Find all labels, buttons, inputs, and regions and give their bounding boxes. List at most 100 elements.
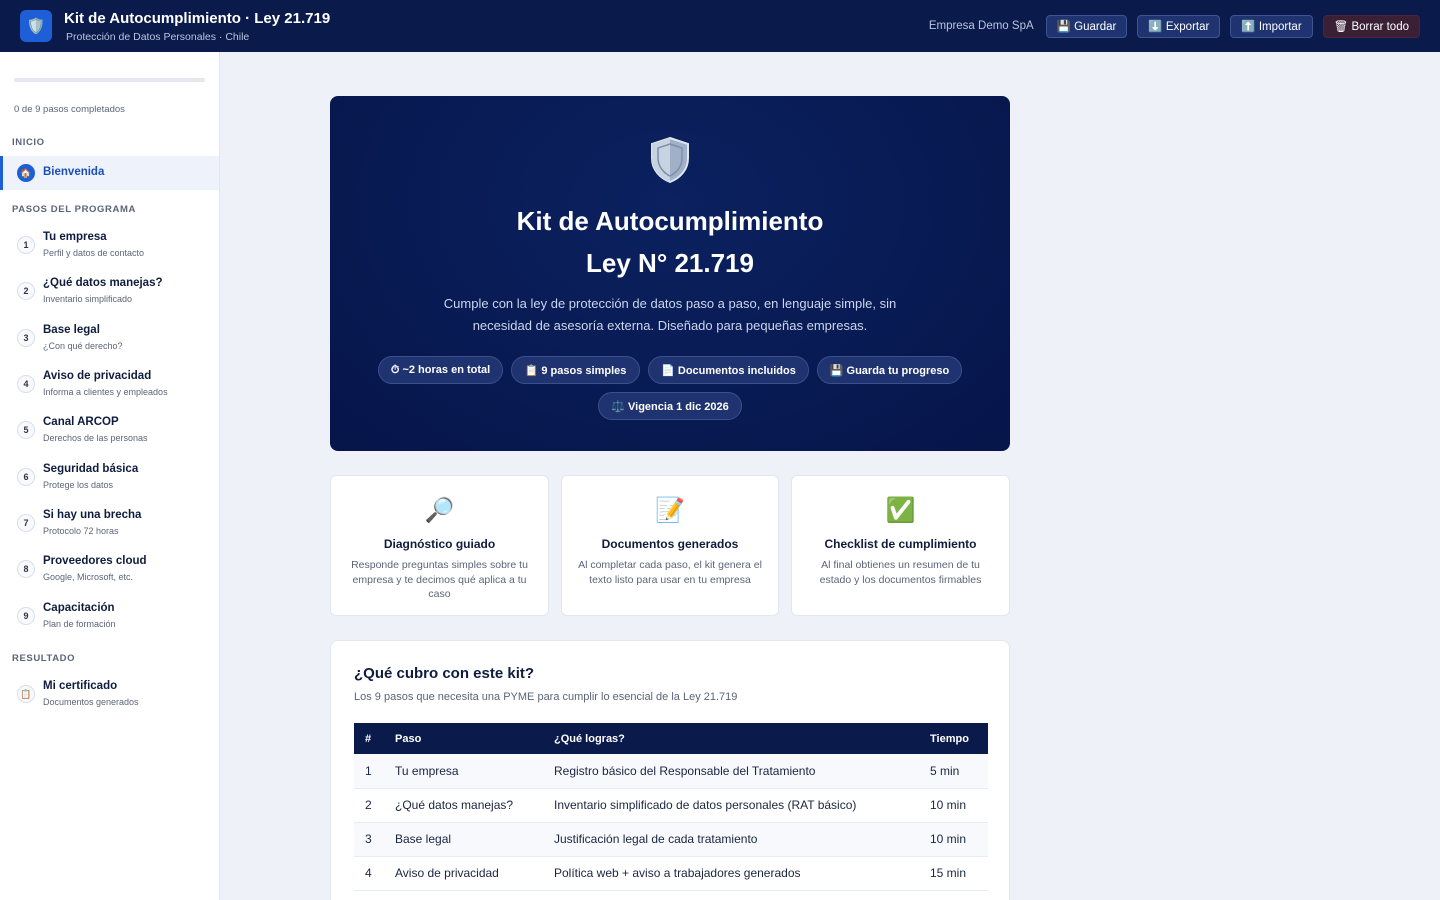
sidebar-item-sublabel: ¿Con qué derecho? <box>43 341 123 351</box>
sidebar-item-label: Proveedores cloud <box>43 555 147 567</box>
column-header: # <box>365 732 372 745</box>
sidebar-item-step-6[interactable]: 6 Seguridad básica Protege los datos <box>0 463 219 509</box>
step-number: 2 <box>17 282 35 300</box>
sidebar-item-label: Aviso de privacidad <box>43 370 152 382</box>
sidebar-item-label: Si hay una brecha <box>43 509 142 521</box>
table-cell: 4 <box>354 856 384 891</box>
step-number: 5 <box>17 421 35 439</box>
table-cell: Base legal <box>384 822 543 857</box>
sidebar-item-step-8[interactable]: 8 Proveedores cloud Google, Microsoft, e… <box>0 555 219 601</box>
pill-documents: 📄 Documentos incluidos <box>648 356 809 384</box>
coverage-panel: ¿Qué cubro con este kit? Los 9 pasos que… <box>330 640 1010 900</box>
step-number: 3 <box>17 329 35 347</box>
clear-all-button[interactable]: 🗑 Borrar todo <box>1322 14 1420 38</box>
sidebar-item-step-3[interactable]: 3 Base legal ¿Con qué derecho? <box>0 324 219 370</box>
sidebar-item-certificate[interactable]: 📋 Mi certificado Documentos generados <box>0 680 219 726</box>
table-cell: ¿Qué datos manejas? <box>384 788 543 823</box>
sidebar-item-sublabel: Protocolo 72 horas <box>43 526 119 536</box>
hero-banner: Kit de Autocumplimiento Ley N° 21.719 Cu… <box>330 96 1010 451</box>
company-name: Empresa Demo SpA <box>928 20 1034 32</box>
sidebar-item-step-5[interactable]: 5 Canal ARCOP Derechos de las personas <box>0 416 219 462</box>
feature-card-diagnosis: 🔎 Diagnóstico guiado Responde preguntas … <box>330 475 549 616</box>
check-icon: ✅ <box>885 497 916 524</box>
feature-text: Al final obtienes un resumen de tu estad… <box>819 559 982 586</box>
app-subtitle: Protección de Datos Personales · Chile <box>66 30 250 43</box>
hero-law-title: Ley N° 21.719 <box>586 248 754 278</box>
sidebar-item-sublabel: Derechos de las personas <box>43 433 148 443</box>
top-header: 🛡️ Kit de Autocumplimiento · Ley 21.719 … <box>0 0 1440 52</box>
pill-validity: ⚖️ Vigencia 1 dic 2026 <box>598 392 742 420</box>
steps-table: # Paso ¿Qué logras? Tiempo 1 Tu empresa … <box>354 723 988 891</box>
export-button[interactable]: ⬇️ Exportar <box>1137 14 1221 38</box>
pill-steps: 📋 9 pasos simples <box>511 356 640 384</box>
step-number: 1 <box>17 236 35 254</box>
column-header: Paso <box>395 732 422 745</box>
clipboard-icon: 📋 <box>17 685 35 703</box>
import-button[interactable]: ⬆️ Importar <box>1230 14 1313 38</box>
feature-title: Checklist de cumplimiento <box>824 537 977 551</box>
table-row: 4 Aviso de privacidad Política web + avi… <box>354 856 988 891</box>
sidebar-item-label: Bienvenida <box>43 166 105 178</box>
panel-title: ¿Qué cubro con este kit? <box>354 665 535 682</box>
table-cell: Inventario simplificado de datos persona… <box>543 788 919 823</box>
section-label-result: RESULTADO <box>12 653 76 664</box>
save-button[interactable]: 💾 Guardar <box>1045 14 1128 38</box>
table-header-row: # Paso ¿Qué logras? Tiempo <box>354 723 988 754</box>
sidebar-item-label: Mi certificado <box>43 680 118 692</box>
feature-title: Diagnóstico guiado <box>383 537 496 551</box>
column-header: Tiempo <box>930 732 969 745</box>
panel-subtitle: Los 9 pasos que necesita una PYME para c… <box>354 691 738 703</box>
table-cell: 15 min <box>919 856 988 891</box>
table-cell: 5 min <box>919 754 988 789</box>
sidebar-item-label: Capacitación <box>43 602 115 614</box>
sidebar-item-step-4[interactable]: 4 Aviso de privacidad Informa a clientes… <box>0 370 219 416</box>
sidebar-item-label: ¿Qué datos manejas? <box>43 277 163 289</box>
column-header: ¿Qué logras? <box>554 732 625 745</box>
sidebar-item-step-1[interactable]: 1 Tu empresa Perfil y datos de contacto <box>0 231 219 277</box>
sidebar-item-welcome[interactable]: 🏠 Bienvenida <box>0 156 219 190</box>
sidebar-item-sublabel: Google, Microsoft, etc. <box>43 572 134 582</box>
table-row: 3 Base legal Justificación legal de cada… <box>354 822 988 857</box>
pill-save-progress: 💾 Guarda tu progreso <box>817 356 962 384</box>
step-number: 7 <box>17 514 35 532</box>
home-icon: 🏠 <box>17 164 35 182</box>
feature-title: Documentos generados <box>601 537 739 551</box>
table-cell: Registro básico del Responsable del Trat… <box>543 754 919 789</box>
table-cell: Aviso de privacidad <box>384 856 543 891</box>
step-number: 8 <box>17 560 35 578</box>
sidebar-item-step-2[interactable]: 2 ¿Qué datos manejas? Inventario simplif… <box>0 277 219 323</box>
shield-logo-icon: 🛡️ <box>20 10 52 42</box>
sidebar-item-label: Seguridad básica <box>43 463 139 475</box>
table-cell: Justificación legal de cada tratamiento <box>543 822 919 857</box>
sidebar-item-sublabel: Protege los datos <box>43 480 114 490</box>
sidebar-item-sublabel: Informa a clientes y empleados <box>43 387 168 397</box>
app-title: Kit de Autocumplimiento · Ley 21.719 <box>64 9 331 27</box>
step-number: 6 <box>17 468 35 486</box>
sidebar-item-label: Tu empresa <box>43 231 107 243</box>
sidebar-item-step-9[interactable]: 9 Capacitación Plan de formación <box>0 602 219 648</box>
pill-duration: ⏱ ~2 horas en total <box>378 356 503 384</box>
sidebar-item-sublabel: Documentos generados <box>43 697 139 707</box>
table-cell: 1 <box>354 754 384 789</box>
feature-card-checklist: ✅ Checklist de cumplimiento Al final obt… <box>791 475 1010 616</box>
section-label-steps: PASOS DEL PROGRAMA <box>12 204 136 215</box>
feature-text: Al completar cada paso, el kit genera el… <box>578 559 762 586</box>
table-cell: 10 min <box>919 822 988 857</box>
step-number: 4 <box>17 375 35 393</box>
sidebar-item-label: Canal ARCOP <box>43 416 119 428</box>
section-label-start: INICIO <box>12 137 45 148</box>
table-cell: 2 <box>354 788 384 823</box>
header-actions: Empresa Demo SpA 💾 Guardar ⬇️ Exportar ⬆… <box>928 14 1420 38</box>
progress-text: 0 de 9 pasos completados <box>14 104 125 115</box>
table-cell: 3 <box>354 822 384 857</box>
sidebar-item-sublabel: Plan de formación <box>43 619 116 629</box>
sidebar-item-sublabel: Perfil y datos de contacto <box>43 248 145 258</box>
table-cell: Tu empresa <box>384 754 543 789</box>
header-titles: Kit de Autocumplimiento · Ley 21.719 Pro… <box>64 10 330 43</box>
feature-text: Responde preguntas simples sobre tu empr… <box>351 559 528 600</box>
hero-description: Cumple con la ley de protección de datos… <box>443 296 897 333</box>
feature-card-documents: 📝 Documentos generados Al completar cada… <box>561 475 779 616</box>
sidebar-item-step-7[interactable]: 7 Si hay una brecha Protocolo 72 horas <box>0 509 219 555</box>
magnifier-icon: 🔎 <box>424 497 455 524</box>
progress-bar <box>14 78 205 82</box>
